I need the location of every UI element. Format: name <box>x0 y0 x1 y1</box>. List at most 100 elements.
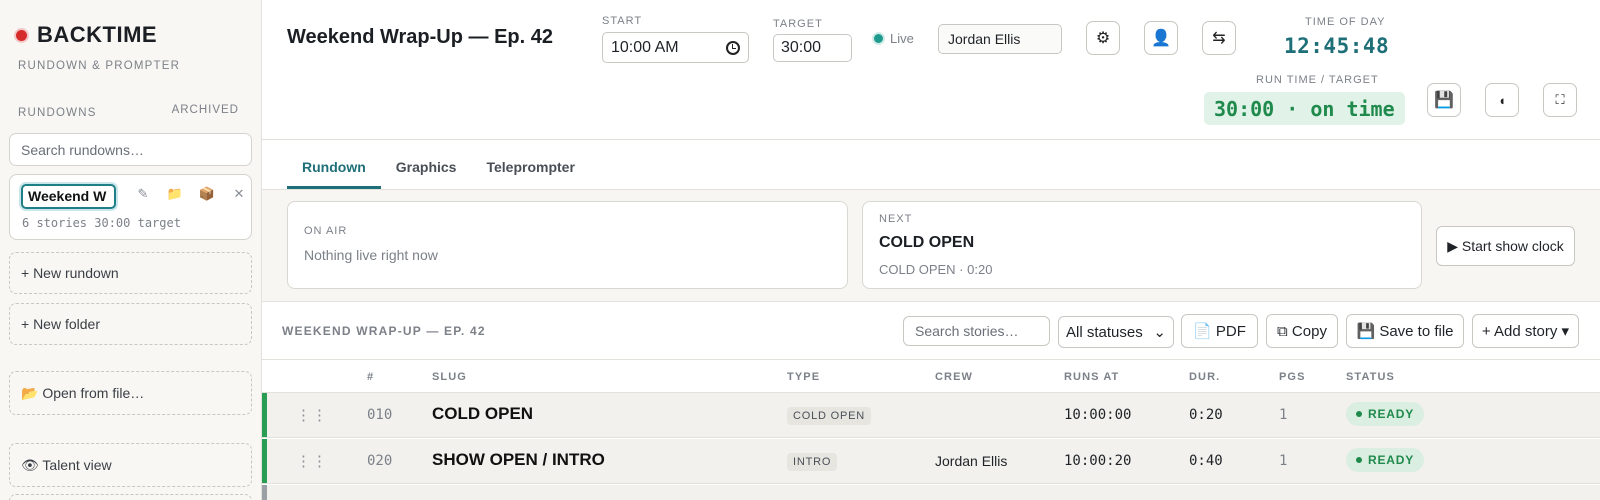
table-row[interactable] <box>262 485 1600 500</box>
archived-link[interactable]: ARCHIVED <box>172 104 239 116</box>
brand-subtitle: RUNDOWN & PROMPTER <box>18 60 181 72</box>
user-button[interactable]: 👤 <box>1144 21 1178 55</box>
status-label: READY <box>1368 407 1415 421</box>
row-runs-at: 10:00:20 <box>1064 453 1132 469</box>
target-label: TARGET <box>773 18 823 30</box>
rundown-card[interactable]: Weekend W ✎ 📁 📦 ✕ 6 stories 30:00 target <box>9 174 252 240</box>
swap-button[interactable]: ⇆ <box>1202 21 1236 55</box>
next-card: NEXT COLD OPEN COLD OPEN · 0:20 <box>862 201 1422 289</box>
clock-icon[interactable] <box>726 40 740 55</box>
edit-icon[interactable]: ✎ <box>127 186 159 202</box>
row-status-bar <box>262 439 267 483</box>
table-row[interactable]: ⋮⋮ 020 SHOW OPEN / INTRO INTRO Jordan El… <box>262 439 1600 484</box>
close-icon[interactable]: ✕ <box>223 186 255 202</box>
row-slug[interactable]: COLD OPEN <box>432 404 533 424</box>
target-duration-input[interactable]: 30:00 <box>773 34 852 62</box>
live-indicator: Live <box>874 31 914 46</box>
row-runs-at: 10:00:00 <box>1064 407 1132 423</box>
live-dot-icon <box>874 34 883 43</box>
settings-button[interactable]: ⚙ <box>1086 21 1120 55</box>
row-duration[interactable]: 0:40 <box>1189 453 1223 469</box>
column-status[interactable]: STATUS <box>1346 371 1395 383</box>
gear-icon: ⚙ <box>1095 30 1111 47</box>
tab-rundown[interactable]: Rundown <box>287 152 381 189</box>
start-label: START <box>602 15 643 27</box>
rundown-actions: ✎ 📁 📦 ✕ <box>127 186 255 202</box>
target-value: 30:00 <box>781 39 822 56</box>
column-duration[interactable]: DUR. <box>1189 371 1220 383</box>
time-of-day-label: TIME OF DAY <box>1305 16 1386 28</box>
time-of-day: 12:45:48 <box>1284 34 1390 58</box>
drag-handle-icon[interactable]: ⋮⋮ <box>296 452 328 470</box>
row-pages: 1 <box>1279 453 1288 469</box>
brand-name: BACKTIME <box>37 22 158 47</box>
copy-button[interactable]: ⧉ Copy <box>1266 314 1338 348</box>
talent-view-button[interactable]: 👁 Talent view <box>9 443 252 487</box>
row-type-badge: COLD OPEN <box>787 407 871 425</box>
brand-dot-icon <box>16 29 27 41</box>
chevron-down-icon: ⌄ <box>1153 324 1166 341</box>
tab-graphics[interactable]: Graphics <box>381 152 472 189</box>
start-time-value: 10:00 AM <box>611 38 679 56</box>
status-dot-icon <box>1356 457 1362 463</box>
next-slug: COLD OPEN <box>879 234 975 251</box>
open-file-button[interactable]: 📂 Open from file… <box>9 371 252 415</box>
row-duration[interactable]: 0:20 <box>1189 407 1223 423</box>
start-time-input[interactable]: 10:00 AM <box>602 32 749 63</box>
save-rundown-button[interactable]: 💾 <box>1427 83 1461 117</box>
theme-toggle-button[interactable]: ◖ <box>1485 83 1519 117</box>
column-runs-at[interactable]: RUNS AT <box>1064 371 1119 383</box>
theme-icon: ◖ <box>1498 92 1506 108</box>
page-title: Weekend Wrap-Up — Ep. 42 <box>287 26 553 48</box>
status-filter-select[interactable]: All statuses ⌄ <box>1058 316 1174 348</box>
row-pages: 1 <box>1279 407 1288 423</box>
archive-icon[interactable]: 📦 <box>191 186 223 202</box>
new-rundown-button[interactable]: + New rundown <box>9 252 252 294</box>
brand: BACKTIME <box>16 22 157 48</box>
user-name-field[interactable]: Jordan Ellis <box>938 24 1062 54</box>
column-pages[interactable]: PGS <box>1279 371 1306 383</box>
status-filter-value: All statuses <box>1066 323 1143 341</box>
swap-icon: ⇆ <box>1212 30 1226 47</box>
column-slug[interactable]: SLUG <box>432 371 467 383</box>
new-folder-button[interactable]: + New folder <box>9 303 252 345</box>
row-type-badge: INTRO <box>787 453 838 471</box>
rundown-search-input[interactable] <box>9 133 252 166</box>
user-icon: 👤 <box>1151 30 1171 47</box>
on-air-card: ON AIR Nothing live right now <box>287 201 848 289</box>
next-meta: COLD OPEN · 0:20 <box>879 262 993 277</box>
rundown-meta: 6 stories 30:00 target <box>22 216 181 230</box>
on-air-label: ON AIR <box>304 225 348 237</box>
folder-icon[interactable]: 📁 <box>159 186 191 202</box>
table-header: # SLUG TYPE CREW RUNS AT DUR. PGS STATUS <box>262 359 1600 393</box>
drag-handle-icon[interactable]: ⋮⋮ <box>296 406 328 424</box>
status-badge[interactable]: READY <box>1346 448 1425 472</box>
start-show-clock-button[interactable]: ▶ Start show clock <box>1436 226 1575 266</box>
table-row[interactable]: ⋮⋮ 010 COLD OPEN COLD OPEN 10:00:00 0:20… <box>262 393 1600 438</box>
run-time-status: 30:00 · on time <box>1204 92 1405 125</box>
column-type[interactable]: TYPE <box>787 371 820 383</box>
tab-teleprompter[interactable]: Teleprompter <box>471 152 589 189</box>
status-dot-icon <box>1356 411 1362 417</box>
status-badge[interactable]: READY <box>1346 402 1425 426</box>
row-slug[interactable]: SHOW OPEN / INTRO <box>432 450 605 470</box>
row-status-bar <box>262 393 267 437</box>
more-sidebar-button[interactable] <box>9 494 252 500</box>
column-number[interactable]: # <box>367 371 374 383</box>
live-label: Live <box>890 31 914 46</box>
rundown-name-input[interactable]: Weekend W <box>21 184 116 209</box>
story-search-input[interactable] <box>903 316 1050 346</box>
add-story-button[interactable]: + Add story ▾ <box>1472 314 1579 348</box>
save-icon: 💾 <box>1434 92 1454 109</box>
row-status-bar <box>262 485 267 500</box>
fullscreen-button[interactable]: ⛶ <box>1543 83 1577 117</box>
pdf-button[interactable]: 📄 PDF <box>1181 314 1258 348</box>
run-time-label: RUN TIME / TARGET <box>1256 74 1379 86</box>
save-to-file-button[interactable]: 💾 Save to file <box>1346 314 1464 348</box>
column-crew[interactable]: CREW <box>935 371 973 383</box>
on-air-text: Nothing live right now <box>304 247 438 263</box>
sidebar: BACKTIME RUNDOWN & PROMPTER RUNDOWNS ARC… <box>0 0 262 500</box>
status-label: READY <box>1368 453 1415 467</box>
row-crew: Jordan Ellis <box>935 453 1008 469</box>
row-number: 010 <box>367 407 393 423</box>
